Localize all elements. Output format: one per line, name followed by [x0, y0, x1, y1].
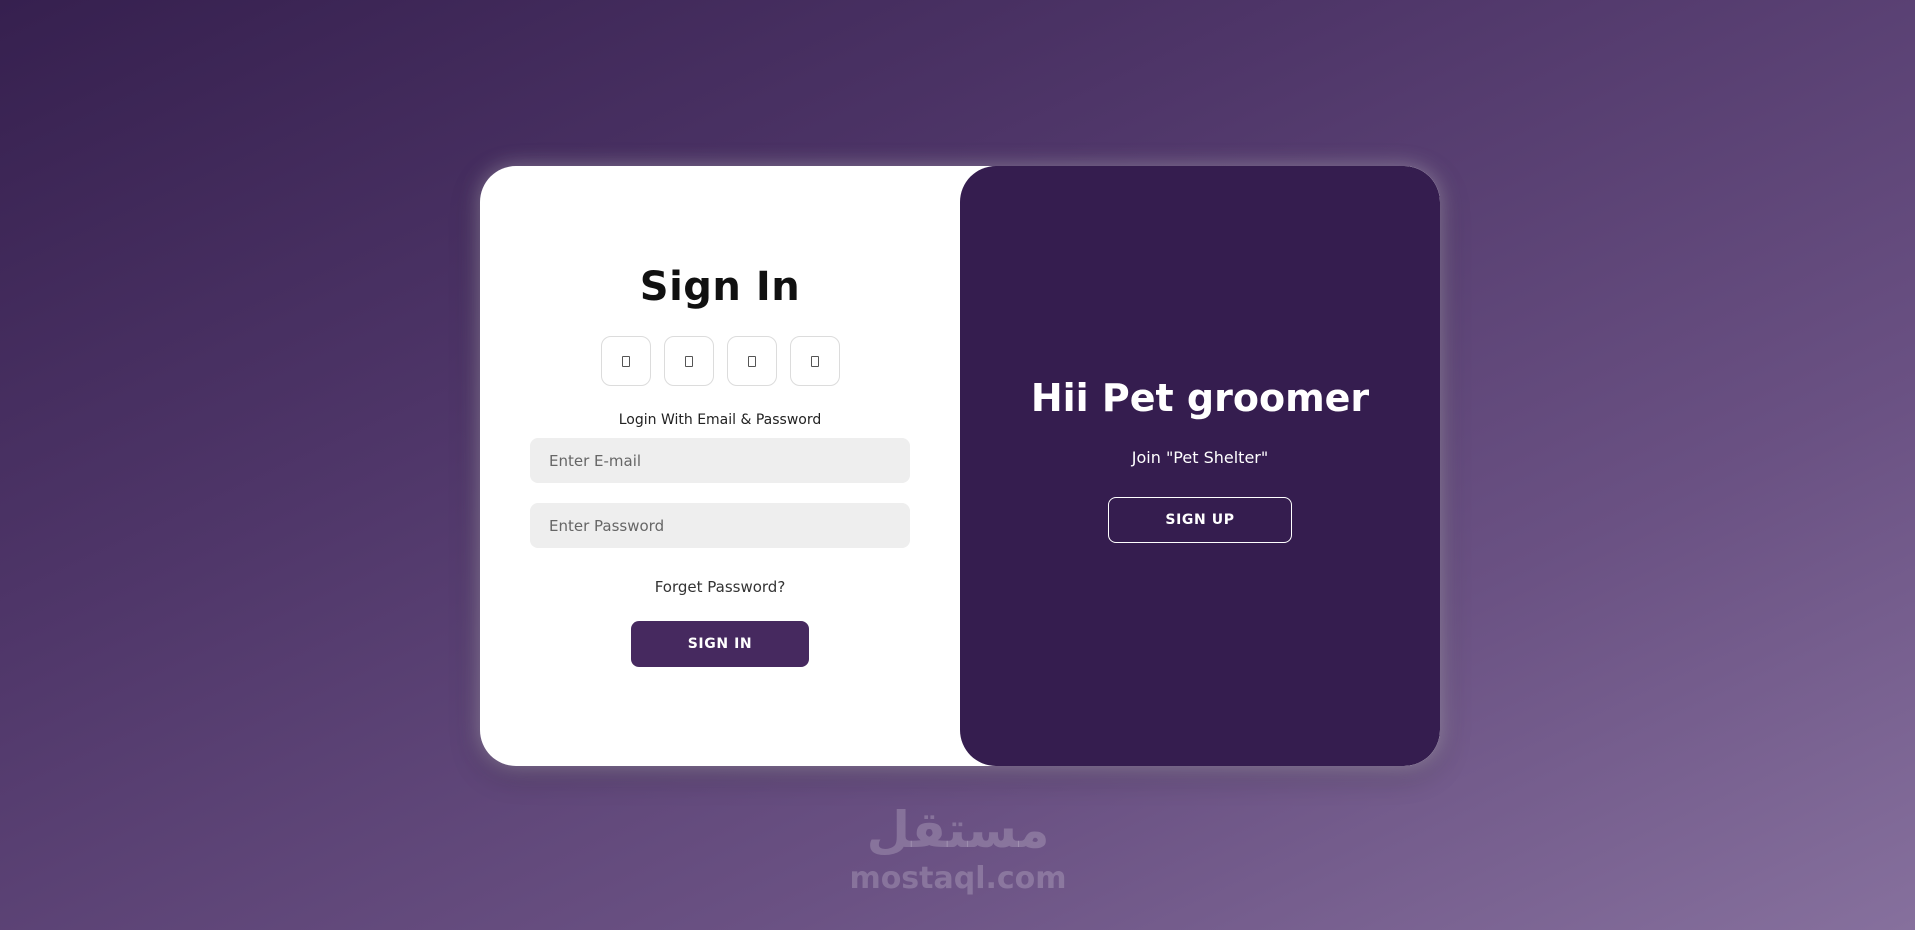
social-login-button-2[interactable]	[663, 336, 714, 386]
forget-password-link[interactable]: Forget Password?	[655, 578, 786, 596]
missing-glyph-icon	[684, 355, 693, 367]
sign-in-title: Sign In	[639, 264, 801, 310]
social-login-button-1[interactable]	[600, 336, 651, 386]
missing-glyph-icon	[621, 355, 630, 367]
welcome-panel: Hii Pet groomer Join "Pet Shelter" SIGN …	[960, 166, 1440, 766]
social-login-button-3[interactable]	[726, 336, 777, 386]
watermark-arabic-text: مستقل	[866, 801, 1050, 859]
missing-glyph-icon	[810, 355, 819, 367]
watermark-logo: مستقل mostaql.com	[840, 800, 1076, 910]
email-input[interactable]	[530, 438, 910, 483]
welcome-title: Hii Pet groomer	[1030, 376, 1370, 420]
welcome-subtitle: Join "Pet Shelter"	[1131, 448, 1269, 467]
missing-glyph-icon	[747, 355, 756, 367]
sign-in-button[interactable]: SIGN IN	[631, 621, 809, 667]
social-login-button-4[interactable]	[789, 336, 840, 386]
login-subtitle: Login With Email & Password	[618, 412, 822, 428]
sign-in-panel: Sign In Login With Email & Password Forg…	[480, 166, 960, 766]
watermark-latin-text: mostaql.com	[849, 861, 1067, 896]
auth-card: Sign In Login With Email & Password Forg…	[480, 166, 1440, 766]
social-login-row	[600, 336, 840, 386]
sign-up-button[interactable]: SIGN UP	[1108, 497, 1292, 543]
password-input[interactable]	[530, 503, 910, 548]
